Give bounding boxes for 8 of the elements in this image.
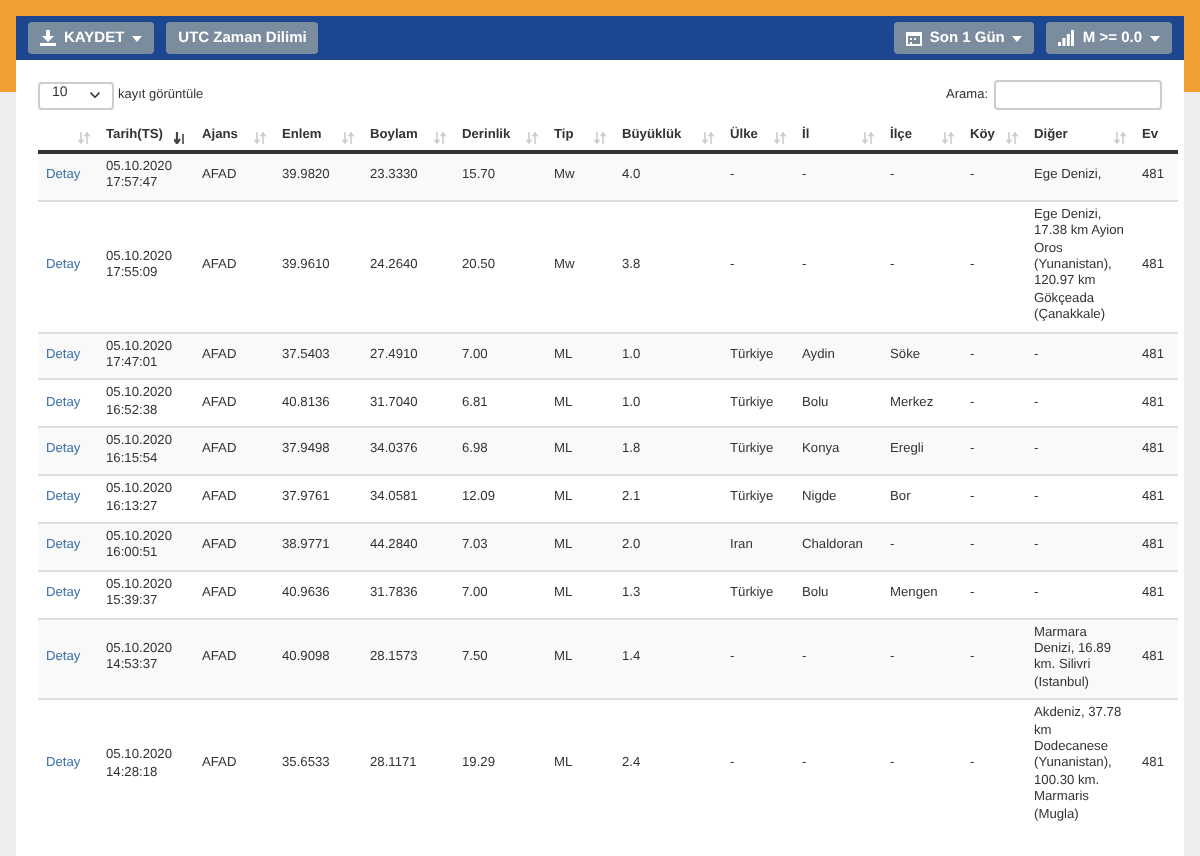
signal-bars-icon	[1058, 30, 1075, 46]
caret-icon	[132, 35, 143, 41]
caret-icon	[1012, 35, 1023, 41]
download-icon	[40, 30, 56, 46]
calendar-icon	[905, 30, 922, 46]
search-field[interactable]	[994, 80, 1162, 110]
chevron-down-icon	[90, 92, 100, 98]
caret-icon	[1150, 35, 1160, 41]
